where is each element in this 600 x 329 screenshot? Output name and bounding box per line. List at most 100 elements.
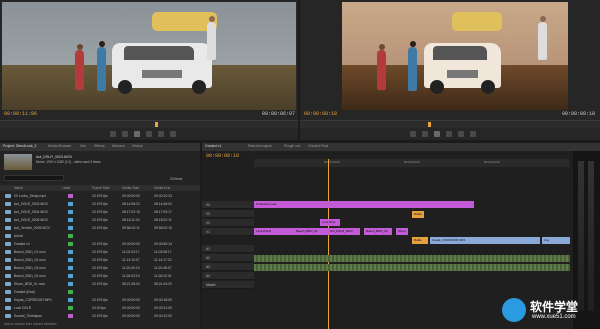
source-playhead[interactable]	[155, 122, 158, 127]
program-timecode: 00:00:08:18	[304, 111, 338, 117]
list-item[interactable]: Auf_DSLR_0005.MOV 23.976 fps 08:18:11:04 08…	[0, 217, 200, 223]
timeline-clip[interactable]: Production look	[254, 201, 474, 208]
list-item[interactable]: Auf_DSLR_0004.MOV 23.976 fps 08:17:02:15 08…	[0, 209, 200, 215]
list-item[interactable]: 00 Looks_Setup.mp4 23.976 fps 00:00:00:00 0…	[0, 193, 200, 199]
list-item[interactable]: Aerial	[0, 233, 200, 239]
tab-graded-final[interactable]: Graded Final	[308, 144, 328, 148]
list-item[interactable]: Auf_DSLR_0003.MOV 23.976 fps 08:14:38:21 08…	[0, 201, 200, 207]
col-media-start[interactable]: Media Start	[122, 185, 139, 191]
program-video-frame	[342, 2, 568, 110]
play-button[interactable]	[134, 131, 140, 137]
clip-icon	[5, 202, 11, 206]
timeline-clip[interactable]: Shore	[396, 228, 408, 235]
tab-rate-fwd[interactable]: Rate.fwd aglow	[248, 144, 272, 148]
status-footer: Add or remove from current selection	[4, 322, 57, 326]
tab-media-browser[interactable]: Media Browser	[48, 144, 71, 148]
track-label: Master	[206, 283, 216, 287]
tab-rough-cut[interactable]: Rough cut	[284, 144, 300, 148]
timeline-clip[interactable]: Rattle	[412, 237, 428, 244]
timeline-clip[interactable]: Rattle	[412, 211, 424, 218]
program-scrub-bar[interactable]	[300, 120, 600, 128]
list-item[interactable]: Graded (final)	[0, 289, 200, 295]
item-count: 23 Items	[170, 177, 183, 181]
program-mark-in-button[interactable]	[410, 131, 416, 137]
tab-markers[interactable]: Markers	[112, 144, 125, 148]
mark-in-button[interactable]	[110, 131, 116, 137]
item-name: Beach_BDD_04.mov	[14, 274, 46, 278]
list-item[interactable]: Beach_BDD_04.mov 23.976 fps 11:26:03:14 11:…	[0, 273, 200, 279]
timeline-playhead[interactable]	[328, 159, 329, 329]
audio-clip[interactable]	[254, 264, 570, 271]
list-item[interactable]: Graded v1 23.976 fps 00:00:00:00 00:00:55:1…	[0, 241, 200, 247]
audio-clip[interactable]	[254, 255, 570, 262]
tab-project[interactable]: Project: DirectLook_3	[3, 144, 36, 148]
track-header[interactable]: A1	[202, 245, 254, 253]
track-header[interactable]: A4	[202, 272, 254, 280]
clip-icon	[5, 226, 11, 230]
program-play-button[interactable]	[434, 131, 440, 137]
source-scrub-bar[interactable]	[0, 120, 298, 128]
track-header[interactable]: V2	[202, 219, 254, 227]
timeline-clip[interactable]: Kay	[542, 237, 570, 244]
list-item[interactable]: Beach_BDD_03.mov 23.976 fps 11:20:40:10 11:…	[0, 265, 200, 271]
item-name: Auf_Vehicle_0005.MOV	[14, 226, 51, 230]
program-step-back-button[interactable]	[422, 131, 428, 137]
timeline-clip[interactable]: Lock DSLR	[254, 228, 294, 235]
timeline-clip[interactable]: Kayak_CORRIDOR.MP4	[430, 237, 540, 244]
watermark-url: www.xue51.com	[532, 314, 576, 320]
track-label: A1	[206, 247, 210, 251]
program-monitor: 00:00:08:18 00:00:08:18	[300, 0, 600, 120]
tab-info[interactable]: Info	[80, 144, 86, 148]
list-item[interactable]: Shore_BDD_01.mov 23.976 fps 08:21:36:02 08:…	[0, 281, 200, 287]
step-forward-button[interactable]	[146, 131, 152, 137]
item-end: 00:00:12:00	[154, 314, 172, 318]
item-name: Lock DSLR	[14, 306, 32, 310]
col-label[interactable]: Label	[62, 185, 70, 191]
label-swatch	[68, 226, 73, 230]
lift-button[interactable]	[458, 131, 464, 137]
item-end: 08:17:09:17	[154, 210, 172, 214]
item-rate: 24.00 fps	[92, 306, 106, 310]
extract-button[interactable]	[470, 131, 476, 137]
tab-history[interactable]: History	[132, 144, 143, 148]
list-item[interactable]: Sunset_Timelapse 23.976 fps 00:00:00:00 00:…	[0, 313, 200, 319]
timeline-clip[interactable]: Beach_BDD_02	[364, 228, 392, 235]
item-name: Kayak_CORRIDOR.MP4	[14, 298, 52, 302]
timeline-ruler[interactable]: 00:00:14:23 00:00:29:23 00:00:44:22	[254, 159, 570, 167]
track-label: A2	[206, 256, 210, 260]
clip-icon	[5, 218, 11, 222]
clip-icon	[5, 274, 11, 278]
item-end: 11:20:48:07	[154, 266, 172, 270]
track-header[interactable]: A3	[202, 263, 254, 271]
track-header[interactable]: Master	[202, 281, 254, 289]
col-name[interactable]: Name	[14, 185, 23, 191]
search-input[interactable]	[4, 175, 64, 181]
program-step-forward-button[interactable]	[446, 131, 452, 137]
step-back-button[interactable]	[122, 131, 128, 137]
watermark-logo	[502, 298, 526, 322]
project-panel: Auf_DSLR_0003.MOV Movie, 1920 x 1080 (1.…	[0, 151, 200, 329]
timeline-clip[interactable]: Beach_BDD_01	[294, 228, 328, 235]
timeline-clip[interactable]: Auf_DSLR_0003	[328, 228, 360, 235]
track-header[interactable]: V3	[202, 210, 254, 218]
list-item[interactable]: Beach_BDD_02.mov 23.976 fps 11:14:10:07 11:…	[0, 257, 200, 263]
label-swatch	[68, 314, 73, 318]
item-start: 00:00:00:00	[122, 194, 140, 198]
track-header[interactable]: V4	[202, 201, 254, 209]
col-media-end[interactable]: Media End	[154, 185, 170, 191]
source-timecode: 00:00:11:06	[4, 111, 38, 117]
tab-effects[interactable]: Effects	[94, 144, 105, 148]
col-frame-rate[interactable]: Frame Rate	[92, 185, 110, 191]
list-item[interactable]: Kayak_CORRIDOR.MP4 23.976 fps 00:00:00:00 0…	[0, 297, 200, 303]
list-item[interactable]: Beach_BDD_01.mov 23.976 fps 11:02:03:17 11:…	[0, 249, 200, 255]
timeline-clip[interactable]: Lock Shot	[320, 219, 340, 226]
overwrite-button[interactable]	[170, 131, 176, 137]
list-item[interactable]: Lock DSLR 24.00 fps 00:00:00:00 00:00:31:09	[0, 305, 200, 311]
track-header[interactable]: V1	[202, 228, 254, 236]
tab-graded-v1[interactable]: Graded v1	[205, 144, 221, 148]
program-transport	[300, 128, 600, 140]
program-playhead[interactable]	[428, 122, 431, 127]
list-item[interactable]: Auf_Vehicle_0005.MOV 23.976 fps 09:58:10:1…	[0, 225, 200, 231]
insert-button[interactable]	[158, 131, 164, 137]
track-header[interactable]: A2	[202, 254, 254, 262]
